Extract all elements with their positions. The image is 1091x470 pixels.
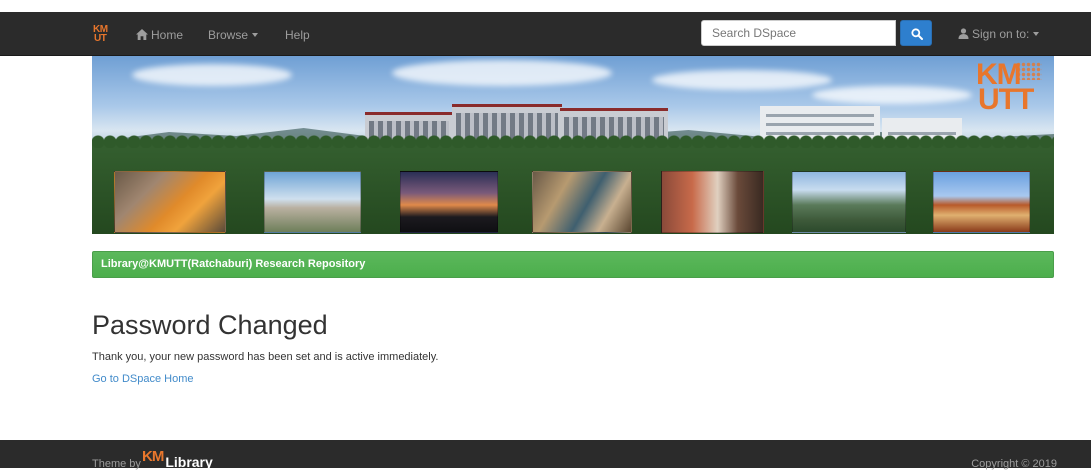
kmutt-logo: KM UTT <box>976 60 1046 126</box>
nav-home-link[interactable]: Home <box>136 27 183 43</box>
header-banner: KM UTT <box>92 56 1054 234</box>
footer-logo-km: KM <box>142 448 164 465</box>
confirmation-message: Thank you, your new password has been se… <box>92 351 439 363</box>
banner-photo-landscape <box>792 171 906 233</box>
user-icon <box>958 28 969 39</box>
nav-help-link[interactable]: Help <box>285 27 310 43</box>
search-button[interactable] <box>900 20 932 46</box>
repository-title[interactable]: Library@KMUTT(Ratchaburi) Research Repos… <box>101 258 365 270</box>
search-input[interactable] <box>701 20 896 46</box>
caret-down-icon <box>252 33 259 37</box>
footer: Theme by KM Library Copyright © 2019 <box>0 440 1091 470</box>
sign-on-dropdown[interactable]: Sign on to: <box>958 26 1040 42</box>
go-home-link[interactable]: Go to DSpace Home <box>92 372 194 386</box>
repository-title-bar: Library@KMUTT(Ratchaburi) Research Repos… <box>92 251 1054 278</box>
theme-by-label: Theme by <box>92 458 141 470</box>
banner-cloud <box>652 70 832 90</box>
banner-photo-temple <box>933 171 1030 233</box>
banner-cloud <box>132 64 292 86</box>
nav-browse-dropdown[interactable]: Browse <box>208 27 259 43</box>
nav-browse-label: Browse <box>208 28 249 42</box>
banner-photo-pottery <box>532 171 632 233</box>
sign-on-label: Sign on to: <box>972 27 1030 41</box>
banner-cloud <box>392 60 612 86</box>
brand-logo[interactable]: KM UT <box>93 25 113 45</box>
banner-photo-craftsman <box>661 171 764 233</box>
banner-photo-sunset <box>400 171 498 233</box>
search-icon <box>911 28 923 40</box>
nav-home-label: Home <box>151 28 184 42</box>
banner-photo-buddha <box>114 171 226 233</box>
banner-cloud <box>812 86 972 104</box>
page-title: Password Changed <box>92 310 328 340</box>
km-library-logo[interactable]: KM Library <box>142 448 213 470</box>
kmutt-logo-line2: UTT <box>978 83 1034 116</box>
caret-down-icon <box>1033 32 1040 36</box>
banner-photo-sign <box>264 171 361 233</box>
home-icon <box>136 29 148 40</box>
nav-help-label: Help <box>285 28 310 42</box>
brand-logo-line2: UT <box>94 33 107 44</box>
copyright-text: Copyright © 2019 <box>971 458 1057 470</box>
